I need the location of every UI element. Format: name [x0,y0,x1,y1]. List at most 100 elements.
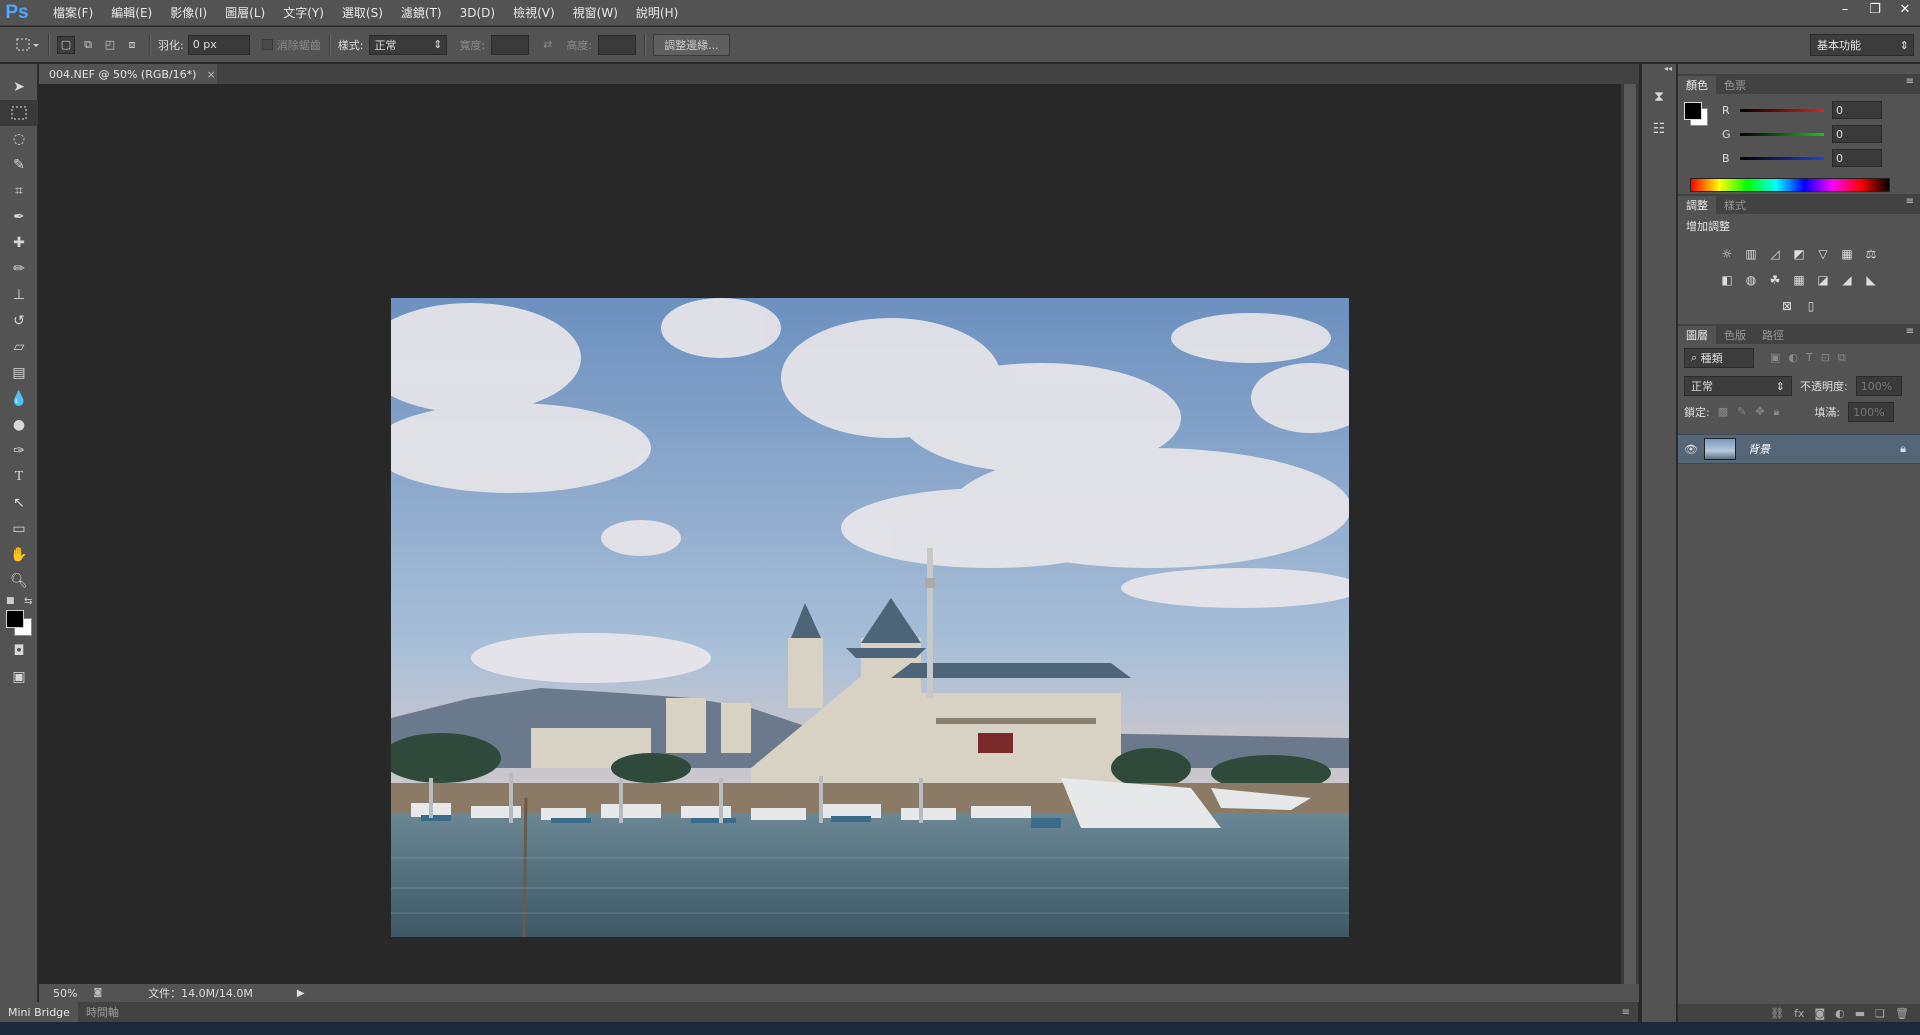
history-panel-icon[interactable]: ⧗ [1642,84,1676,110]
canvas-area[interactable] [39,84,1639,984]
crop-tool-icon[interactable]: ⌗ [0,178,38,204]
new-layer-icon[interactable]: ❏ [1875,1007,1885,1020]
layer-filter-select[interactable]: ⌕ 種類 [1684,348,1754,368]
tab-color[interactable]: 顏色 [1678,76,1716,94]
refine-edge-button[interactable]: 調整邊緣... [653,33,730,56]
channel-mixer-icon[interactable]: ☘ [1765,270,1785,290]
panel-menu-icon[interactable]: ≡ [1622,1007,1630,1018]
tool-preset-picker[interactable] [14,36,40,54]
new-selection-icon[interactable]: ▢ [57,35,75,54]
link-layers-icon[interactable]: ⛓ [1770,1007,1784,1020]
hand-tool-icon[interactable]: ✋ [0,542,38,568]
menu-help[interactable]: 說明(H) [627,0,687,26]
delete-layer-icon[interactable]: 🗑︎ [1895,1007,1909,1020]
tab-channels[interactable]: 色版 [1716,326,1754,344]
swap-dimensions-icon[interactable]: ⇄ [543,38,552,51]
tab-layers[interactable]: 圖層 [1678,326,1716,344]
curves-icon[interactable]: ◿ [1765,244,1785,264]
tab-styles[interactable]: 樣式 [1716,196,1754,214]
menu-3d[interactable]: 3D(D) [451,0,504,26]
subtract-selection-icon[interactable]: ◰ [101,36,119,54]
exposure-icon[interactable]: ◩ [1789,244,1809,264]
menu-window[interactable]: 視窗(W) [564,0,627,26]
tab-paths[interactable]: 路徑 [1754,326,1792,344]
channel-r-input[interactable]: 0 [1832,101,1882,119]
color-lookup-icon[interactable]: ▦ [1789,270,1809,290]
default-colors-icon[interactable]: ■ [6,596,15,606]
opacity-input[interactable]: 100% [1855,376,1902,396]
menu-image[interactable]: 影像(I) [161,0,216,26]
pen-tool-icon[interactable]: ✑ [0,438,38,464]
menu-edit[interactable]: 編輯(E) [102,0,161,26]
healing-brush-tool-icon[interactable]: ✚ [0,230,38,256]
lock-icons[interactable]: ▩✎✥🔒︎ [1718,405,1789,419]
status-menu-arrow-icon[interactable]: ▶ [297,988,305,999]
lasso-tool-icon[interactable]: ◌ [0,126,38,152]
fg-swatch[interactable] [1684,102,1702,120]
document-tab[interactable]: 004.NEF @ 50% (RGB/16*) × [39,64,217,84]
channel-r-slider[interactable] [1740,108,1824,112]
brightness-icon[interactable]: ☼ [1717,244,1737,264]
quick-select-tool-icon[interactable]: ✎ [0,152,38,178]
path-selection-tool-icon[interactable]: ↖ [0,490,38,516]
color-spectrum[interactable] [1690,178,1890,192]
black-white-icon[interactable]: ◧ [1717,270,1737,290]
menu-view[interactable]: 檢視(V) [504,0,564,26]
visibility-eye-icon[interactable]: 👁︎ [1678,443,1704,456]
blur-tool-icon[interactable]: 💧 [0,386,38,412]
restore-button[interactable]: ❐ [1860,0,1890,18]
threshold-icon[interactable]: ◣ [1861,270,1881,290]
blend-mode-select[interactable]: 正常 ⇕ [1684,376,1792,396]
eyedropper-tool-icon[interactable]: ✒ [0,204,38,230]
workspace-select[interactable]: 基本功能 ⇕ [1810,34,1914,56]
clone-stamp-tool-icon[interactable]: ⊥ [0,282,38,308]
minimize-button[interactable]: – [1830,0,1860,18]
zoom-tool-icon[interactable]: 🔍︎ [0,568,38,594]
tab-adjustments[interactable]: 調整 [1678,196,1716,214]
close-document-icon[interactable]: × [206,68,215,81]
close-button[interactable]: ✕ [1890,0,1920,18]
selective-color-icon[interactable]: ⊠ [1777,296,1797,316]
zoom-level[interactable]: 50% [53,987,77,1000]
layer-row-background[interactable]: 👁︎ 背景 🔒︎ [1678,434,1920,464]
type-tool-icon[interactable]: T [0,464,38,490]
adjustment-layer-icon[interactable]: ◐ [1835,1007,1845,1020]
marquee-tool-icon[interactable] [0,100,38,126]
channel-g-slider[interactable] [1740,132,1824,136]
collapse-arrows-icon[interactable]: ◂◂ [1642,64,1676,73]
layer-filter-icons[interactable]: ▣◐T⊡⧉ [1770,351,1854,365]
menu-select[interactable]: 選取(S) [333,0,392,26]
swap-colors-icon[interactable]: ⇆ [24,596,32,607]
panel-menu-icon[interactable]: ≡ [1906,196,1914,207]
channel-b-input[interactable]: 0 [1832,149,1882,167]
width-input[interactable] [491,34,530,55]
layer-mask-icon[interactable]: ◙ [1814,1007,1825,1020]
document-image[interactable] [391,298,1349,937]
panel-menu-icon[interactable]: ≡ [1906,76,1914,87]
panel-menu-icon[interactable]: ≡ [1906,326,1914,337]
tab-swatches[interactable]: 色票 [1716,76,1754,94]
height-input[interactable] [598,34,637,55]
eraser-tool-icon[interactable]: ▱ [0,334,38,360]
channel-b-slider[interactable] [1740,156,1824,160]
move-tool-icon[interactable]: ➤ [0,74,38,100]
posterize-icon[interactable]: ◢ [1837,270,1857,290]
vertical-scrollbar[interactable] [1621,84,1639,984]
photo-filter-icon[interactable]: ◍ [1741,270,1761,290]
status-info-icon[interactable]: ◙ [93,988,102,998]
vibrance-icon[interactable]: ▽ [1813,244,1833,264]
scrollbar-thumb[interactable] [1624,84,1636,984]
levels-icon[interactable]: ▥ [1741,244,1761,264]
menu-layer[interactable]: 圖層(L) [216,0,274,26]
channel-g-input[interactable]: 0 [1832,125,1882,143]
antialias-checkbox[interactable] [261,39,273,50]
fill-input[interactable]: 100% [1848,402,1895,422]
brush-tool-icon[interactable]: ✏ [0,256,38,282]
style-select[interactable]: 正常 ⇕ [369,34,448,55]
new-group-icon[interactable]: ▬ [1855,1007,1865,1020]
layer-style-icon[interactable]: fx [1794,1007,1804,1020]
feather-input[interactable]: 0 px [187,34,250,55]
rectangle-tool-icon[interactable]: ▭ [0,516,38,542]
menu-file[interactable]: 檔案(F) [44,0,102,26]
menu-filter[interactable]: 濾鏡(T) [392,0,451,26]
